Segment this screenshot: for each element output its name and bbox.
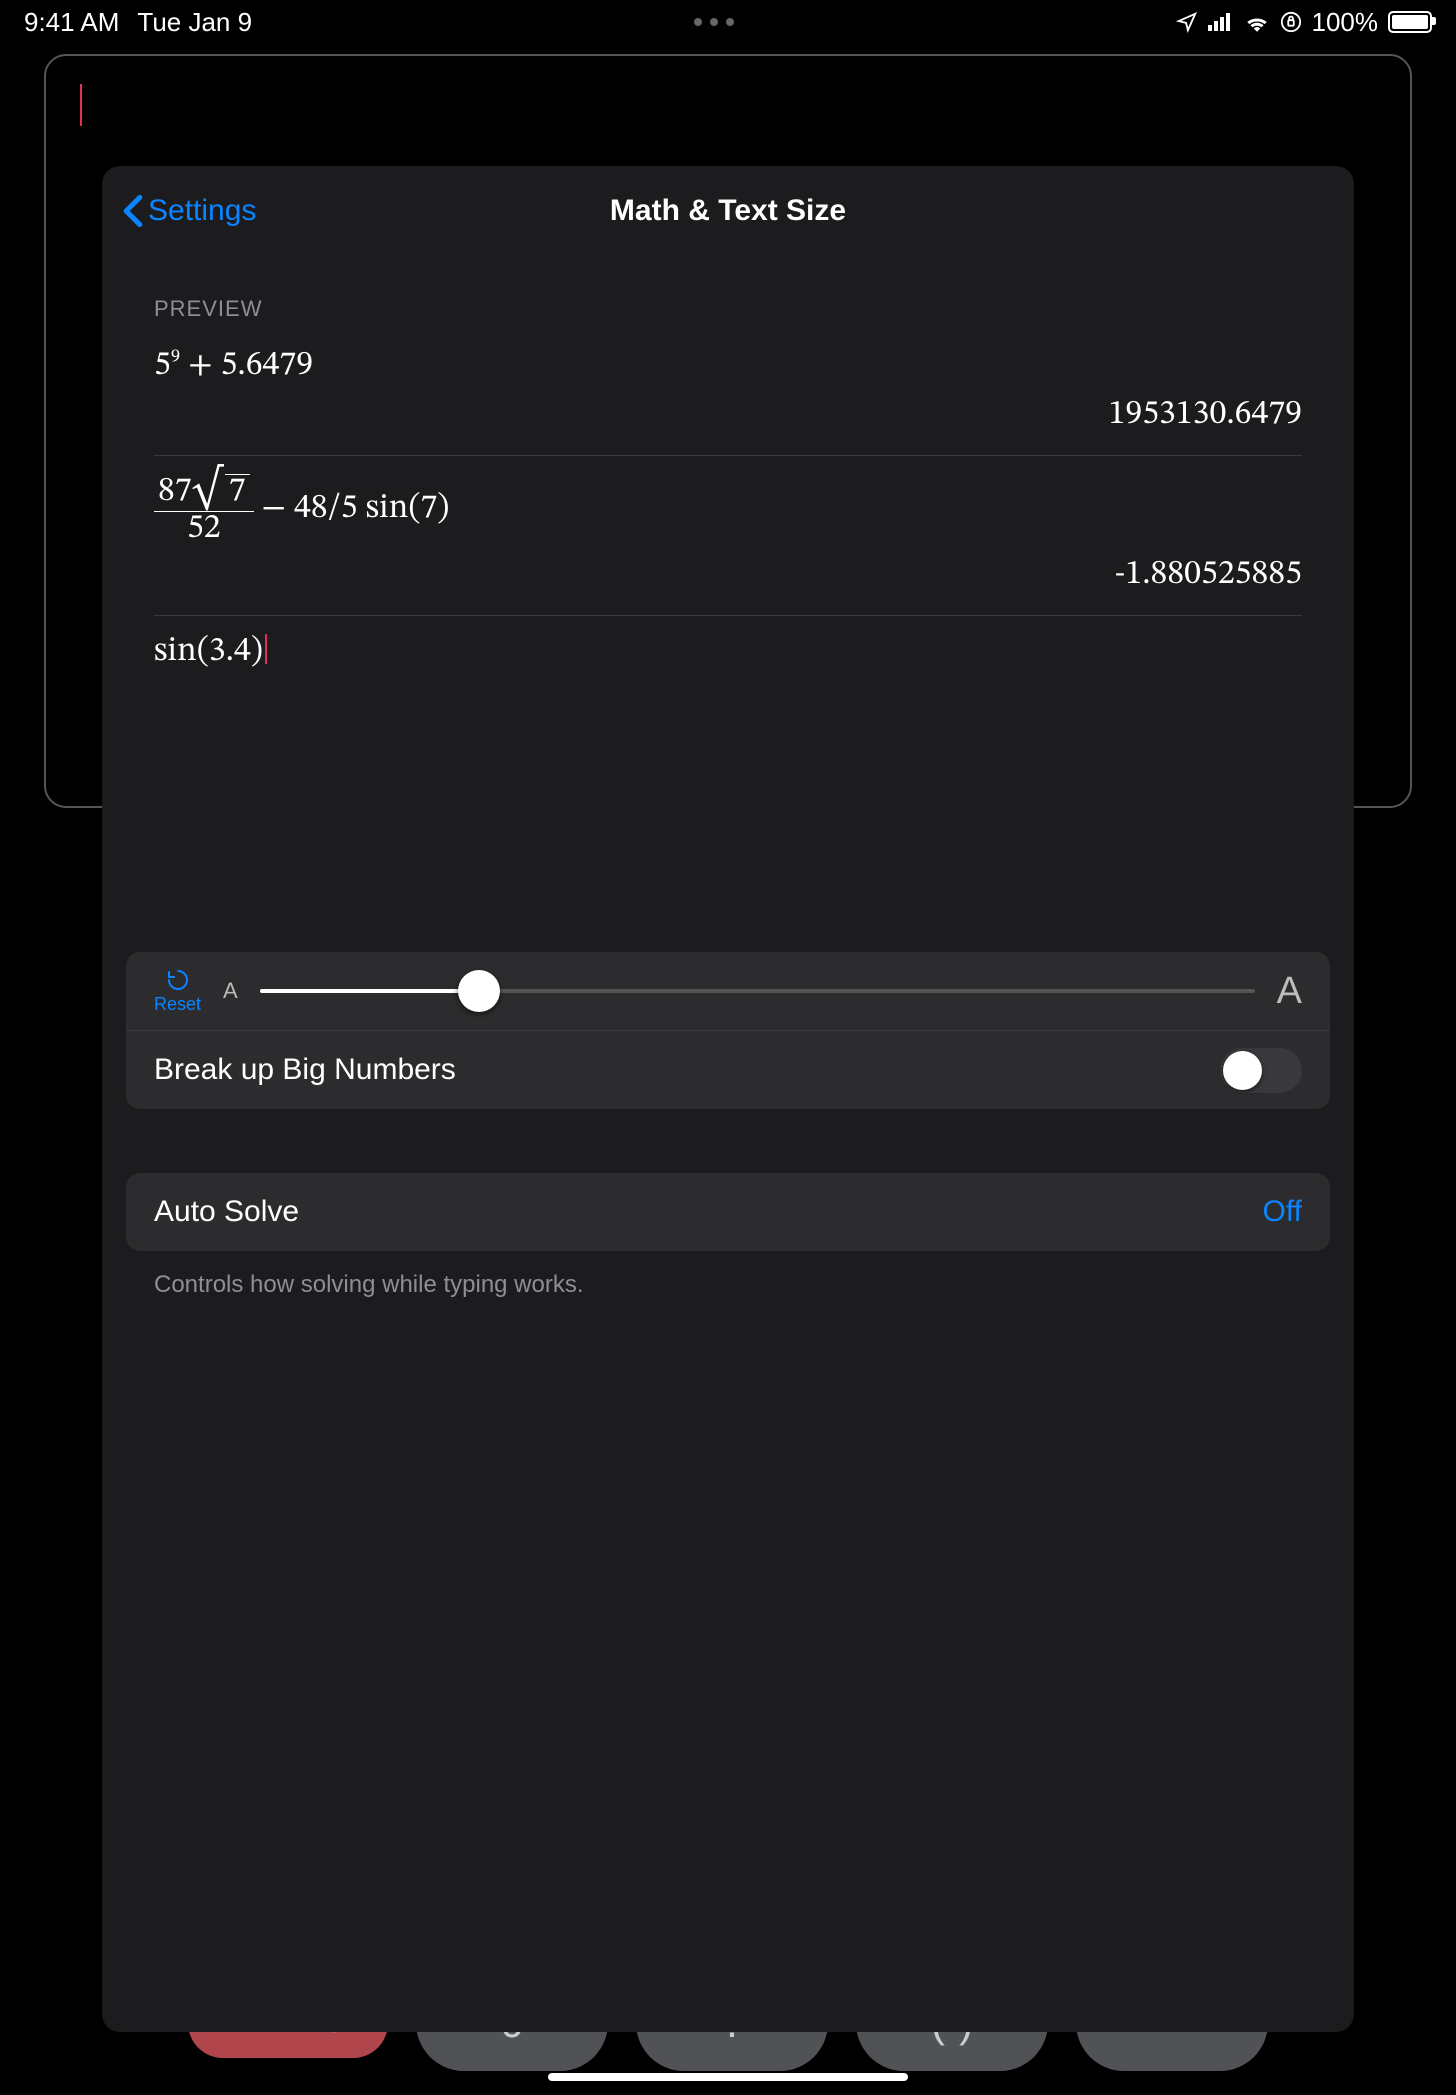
- location-icon: [1176, 11, 1198, 33]
- preview-expression: 59 + 5.6479: [154, 344, 1302, 388]
- home-indicator[interactable]: [548, 2073, 908, 2081]
- size-min-icon: A: [223, 978, 238, 1004]
- preview-result: -1.880525885: [154, 548, 1302, 597]
- size-max-icon: A: [1277, 970, 1302, 1013]
- text-cursor-icon: [265, 634, 267, 664]
- reset-icon: [166, 968, 190, 992]
- battery-icon: [1388, 11, 1432, 33]
- auto-solve-description: Controls how solving while typing works.: [126, 1251, 1330, 1319]
- settings-sheet: Settings Math & Text Size PREVIEW 59 + 5…: [102, 166, 1354, 2032]
- status-bar: 9:41 AM Tue Jan 9 100%: [0, 0, 1456, 44]
- break-numbers-label: Break up Big Numbers: [154, 1053, 1220, 1087]
- orientation-lock-icon: [1280, 11, 1302, 33]
- back-label: Settings: [148, 194, 256, 228]
- text-size-slider[interactable]: [260, 976, 1255, 1006]
- status-time: 9:41 AM: [24, 7, 119, 38]
- chevron-left-icon: [122, 194, 144, 228]
- reset-button[interactable]: Reset: [154, 968, 201, 1015]
- preview-row: 87√7 52 − 48/5 sin(7) -1.880525885: [154, 456, 1302, 616]
- multitask-dots-icon: [252, 18, 1175, 26]
- text-size-slider-row: Reset A A: [126, 952, 1330, 1031]
- break-numbers-switch[interactable]: [1220, 1048, 1302, 1093]
- wifi-icon: [1244, 12, 1270, 32]
- auto-solve-value: Off: [1263, 1195, 1302, 1229]
- cellular-icon: [1208, 13, 1234, 31]
- preview-expression: 87√7 52 − 48/5 sin(7): [154, 470, 1302, 548]
- battery-text: 100%: [1312, 7, 1379, 38]
- page-title: Math & Text Size: [102, 194, 1354, 228]
- status-date: Tue Jan 9: [137, 7, 252, 38]
- text-cursor-icon: [80, 84, 82, 126]
- preview-area: 59 + 5.6479 1953130.6479 87√7 52 − 48/5 …: [102, 330, 1354, 692]
- preview-section-label: PREVIEW: [102, 256, 1354, 330]
- preview-expression: sin(3.4): [154, 630, 1302, 674]
- auto-solve-label: Auto Solve: [154, 1195, 1263, 1229]
- preview-row: 59 + 5.6479 1953130.6479: [154, 330, 1302, 456]
- back-button[interactable]: Settings: [122, 194, 256, 228]
- preview-result: 1953130.6479: [154, 388, 1302, 437]
- preview-row: sin(3.4): [154, 616, 1302, 692]
- break-numbers-row: Break up Big Numbers: [126, 1031, 1330, 1109]
- auto-solve-row[interactable]: Auto Solve Off: [126, 1173, 1330, 1251]
